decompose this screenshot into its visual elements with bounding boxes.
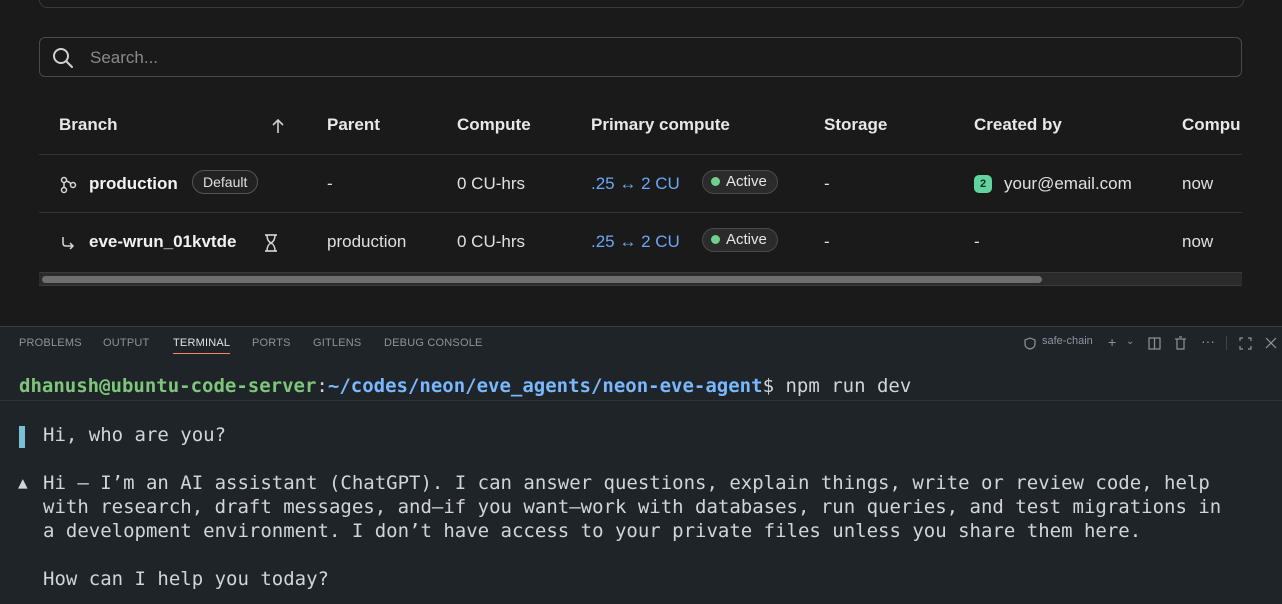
terminal-shell-icon (1024, 337, 1036, 350)
assistant-line: a development environment. I don’t have … (43, 520, 1142, 542)
card-edge (39, 0, 1244, 8)
primary-compute-link[interactable]: .25 ↔ 2 CU (591, 232, 680, 252)
avatar: 2 (974, 175, 992, 193)
tab-output[interactable]: OUTPUT (103, 337, 149, 349)
prompt-colon: : (316, 375, 328, 397)
trash-icon[interactable] (1174, 336, 1187, 350)
tab-ports[interactable]: PORTS (252, 337, 291, 349)
prompt-command: $ npm run dev (762, 375, 912, 397)
compute-last-value: now (1182, 232, 1214, 251)
assistant-marker-icon: ▲ (18, 473, 28, 492)
scrollbar-thumb[interactable] (42, 276, 1042, 283)
panel-tabs: PROBLEMS OUTPUT TERMINAL PORTS GITLENS D… (0, 327, 1282, 359)
header-storage: Storage (824, 115, 888, 134)
terminal-instance-name[interactable]: safe-chain (1042, 335, 1093, 347)
active-tab-indicator (173, 353, 230, 354)
hourglass-icon (265, 234, 277, 252)
active-dot-icon (711, 235, 720, 244)
storage-value: - (824, 232, 830, 251)
tab-debug-console[interactable]: DEBUG CONSOLE (384, 337, 483, 349)
created-by-value: your@email.com (1004, 174, 1132, 193)
new-terminal-icon[interactable]: + (1108, 334, 1116, 350)
created-by-value: - (974, 232, 980, 251)
branch-name-link[interactable]: production (89, 174, 178, 194)
divider (1226, 336, 1227, 350)
tab-gitlens[interactable]: GITLENS (313, 337, 361, 349)
search-icon (53, 48, 73, 68)
header-branch[interactable]: Branch (59, 115, 118, 135)
storage-value: - (824, 174, 830, 193)
status-badge: Active (702, 170, 778, 194)
parent-value: - (327, 174, 333, 193)
user-message: Hi, who are you? (43, 424, 227, 446)
branch-root-icon (60, 176, 77, 194)
assistant-line: with research, draft messages, and—if yo… (43, 496, 1222, 518)
prompt-user-host: dhanush@ubuntu-code-server (19, 375, 317, 397)
assistant-line: Hi — I’m an AI assistant (ChatGPT). I ca… (43, 472, 1210, 494)
table-row[interactable]: eve-wrun_01kvtde production 0 CU-hrs .25… (39, 212, 1242, 271)
bottom-panel: PROBLEMS OUTPUT TERMINAL PORTS GITLENS D… (0, 326, 1282, 604)
chevron-down-icon[interactable]: ⌄ (1126, 336, 1134, 347)
maximize-panel-icon[interactable] (1239, 337, 1252, 350)
prompt-path: ~/codes/neon/eve_agents/neon-eve-agent (327, 375, 763, 397)
close-panel-icon[interactable] (1265, 337, 1277, 349)
branch-name-link[interactable]: eve-wrun_01kvtde (89, 232, 236, 252)
header-primary-compute: Primary compute (591, 115, 730, 134)
parent-value: production (327, 232, 407, 251)
search-input[interactable] (88, 38, 1192, 78)
compute-value: 0 CU-hrs (457, 174, 526, 193)
branches-table: Branch Parent Compute Primary compute St… (39, 95, 1242, 272)
branch-child-icon (62, 237, 75, 250)
horizontal-scrollbar[interactable] (39, 272, 1242, 286)
branches-panel: Branch Parent Compute Primary compute St… (0, 0, 1282, 326)
table-row[interactable]: production Default - 0 CU-hrs .25 ↔ 2 CU… (39, 154, 1242, 213)
tab-problems[interactable]: PROBLEMS (19, 337, 82, 349)
header-compute-last: Compu (1182, 115, 1241, 134)
status-badge: Active (702, 228, 778, 252)
primary-compute-link[interactable]: .25 ↔ 2 CU (591, 174, 680, 194)
tab-terminal[interactable]: TERMINAL (173, 337, 230, 349)
split-terminal-icon[interactable] (1148, 337, 1161, 350)
header-compute: Compute (457, 115, 531, 134)
more-actions-icon[interactable]: ··· (1201, 333, 1215, 349)
terminal-prompt-line[interactable]: dhanush@ubuntu-code-server:~/codes/neon/… (19, 375, 911, 397)
header-created-by: Created by (974, 115, 1062, 134)
assistant-line: How can I help you today? (43, 568, 329, 590)
user-message-bar (19, 426, 25, 448)
status-label: Active (726, 173, 767, 190)
terminal-separator (0, 400, 1282, 401)
active-dot-icon (711, 177, 720, 186)
status-label: Active (726, 231, 767, 248)
default-badge: Default (192, 170, 259, 194)
header-parent: Parent (327, 115, 380, 134)
sort-ascending-icon[interactable] (271, 118, 285, 134)
compute-last-value: now (1182, 174, 1214, 193)
search-box[interactable] (39, 37, 1242, 78)
compute-value: 0 CU-hrs (457, 232, 526, 251)
